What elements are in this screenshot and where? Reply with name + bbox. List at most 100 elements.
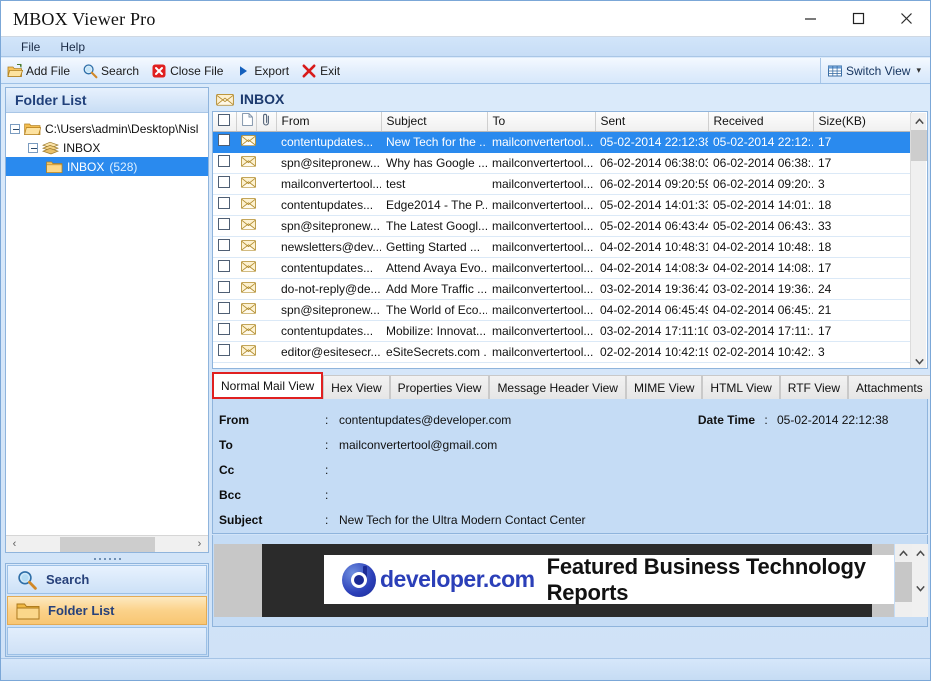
column-header-to[interactable]: To	[487, 112, 595, 131]
column-header-subject[interactable]: Subject	[381, 112, 487, 131]
column-header-size[interactable]: Size(KB)	[813, 112, 911, 131]
row-checkbox[interactable]	[218, 344, 230, 356]
tree-node-mailbox[interactable]: INBOX	[6, 138, 208, 157]
column-header-page[interactable]	[236, 112, 256, 131]
folder-icon	[16, 601, 40, 621]
tab-hex-view[interactable]: Hex View	[323, 375, 389, 399]
tab-mime-view[interactable]: MIME View	[626, 375, 702, 399]
body-outer-vertical-scrollbar[interactable]	[912, 544, 928, 617]
nav-button-search[interactable]: Search	[7, 565, 207, 594]
row-checkbox[interactable]	[218, 218, 230, 230]
developer-banner[interactable]: developer.com Featured Business Technolo…	[324, 555, 894, 604]
nav-button-search-label: Search	[46, 572, 89, 587]
page-icon	[242, 115, 253, 129]
switch-view-button[interactable]: Switch View ▾	[820, 58, 929, 83]
row-checkbox-cell[interactable]	[213, 194, 236, 215]
chevron-down-icon: ▾	[916, 65, 921, 76]
table-row[interactable]: editor@esitesecr...eSiteSecrets.com ...m…	[213, 341, 911, 362]
detail-colon: :	[325, 513, 339, 527]
row-checkbox-cell[interactable]	[213, 299, 236, 320]
column-header-from[interactable]: From	[276, 112, 381, 131]
nav-button-folder-list[interactable]: Folder List	[7, 596, 207, 625]
folder-list-horizontal-scrollbar[interactable]: ‹ ›	[6, 535, 208, 552]
column-header-sent[interactable]: Sent	[595, 112, 708, 131]
row-checkbox[interactable]	[218, 302, 230, 314]
column-header-checkbox[interactable]	[213, 112, 236, 131]
scroll-up-arrow-icon[interactable]	[911, 113, 927, 129]
banner-logo-text: developer.com	[380, 566, 535, 593]
scroll-left-arrow-icon[interactable]: ‹	[6, 536, 23, 553]
tab-message-header-view[interactable]: Message Header View	[489, 375, 626, 399]
scroll-down-arrow-icon[interactable]	[911, 353, 927, 369]
table-row[interactable]: spn@sitepronew...The World of Eco...mail…	[213, 299, 911, 320]
nav-button-folder-list-label: Folder List	[48, 603, 114, 618]
table-row[interactable]: spn@sitepronew...Why has Google ...mailc…	[213, 152, 911, 173]
select-all-checkbox[interactable]	[218, 114, 230, 126]
table-row[interactable]: spn@sitepronew...The Latest Googl...mail…	[213, 215, 911, 236]
menu-item-help[interactable]: Help	[50, 38, 95, 56]
cell-to: mailconvertertool...	[487, 320, 595, 341]
table-row[interactable]: contentupdates...New Tech for the ...mai…	[213, 131, 911, 152]
tree-node-root[interactable]: C:\Users\admin\Desktop\Nisl	[6, 119, 208, 138]
expander-icon[interactable]	[10, 124, 20, 134]
row-checkbox[interactable]	[218, 176, 230, 188]
row-checkbox[interactable]	[218, 323, 230, 335]
tree-node-inbox[interactable]: INBOX (528)	[6, 157, 208, 176]
export-button[interactable]: Export	[229, 59, 295, 83]
table-row[interactable]: mailconvertertool...testmailconvertertoo…	[213, 173, 911, 194]
table-row[interactable]: contentupdates...Attend Avaya Evo...mail…	[213, 257, 911, 278]
tab-html-view[interactable]: HTML View	[702, 375, 779, 399]
row-checkbox[interactable]	[218, 155, 230, 167]
exit-button[interactable]: Exit	[295, 59, 346, 83]
row-checkbox[interactable]	[218, 281, 230, 293]
scroll-thumb[interactable]	[895, 562, 912, 602]
row-checkbox-cell[interactable]	[213, 236, 236, 257]
table-row[interactable]: contentupdates...Edge2014 - The P...mail…	[213, 194, 911, 215]
tree-node-mailbox-label: INBOX	[63, 141, 100, 155]
row-checkbox-cell[interactable]	[213, 131, 236, 152]
minimize-button[interactable]	[786, 1, 834, 36]
maximize-button[interactable]	[834, 1, 882, 36]
row-checkbox-cell[interactable]	[213, 257, 236, 278]
table-row[interactable]: newsletters@dev...Getting Started ...mai…	[213, 236, 911, 257]
scroll-up-arrow-icon[interactable]	[895, 545, 911, 561]
scroll-track[interactable]	[23, 536, 191, 553]
menu-item-file[interactable]: File	[11, 38, 50, 56]
scroll-up-arrow-icon[interactable]	[912, 545, 928, 561]
table-row[interactable]: contentupdates...Mobilize: Innovat...mai…	[213, 320, 911, 341]
banner-tagline: Featured Business Technology Reports	[547, 554, 894, 606]
expander-icon[interactable]	[28, 143, 38, 153]
scroll-thumb[interactable]	[911, 130, 927, 161]
row-checkbox-cell[interactable]	[213, 215, 236, 236]
tab-rtf-view[interactable]: RTF View	[780, 375, 848, 399]
row-checkbox-cell[interactable]	[213, 320, 236, 341]
row-checkbox-cell[interactable]	[213, 173, 236, 194]
panel-splitter[interactable]	[5, 554, 209, 563]
row-checkbox[interactable]	[218, 239, 230, 251]
column-header-attachment[interactable]	[256, 112, 276, 131]
scroll-thumb[interactable]	[60, 537, 155, 552]
table-row[interactable]: do-not-reply@de...Add More Traffic ...ma…	[213, 278, 911, 299]
row-checkbox-cell[interactable]	[213, 278, 236, 299]
search-button[interactable]: Search	[76, 59, 145, 83]
tab-attachments[interactable]: Attachments	[848, 375, 931, 399]
add-file-button[interactable]: Add File	[1, 59, 76, 83]
row-checkbox-cell[interactable]	[213, 152, 236, 173]
scroll-down-arrow-icon[interactable]	[912, 580, 928, 596]
scroll-right-arrow-icon[interactable]: ›	[191, 536, 208, 553]
row-checkbox[interactable]	[218, 197, 230, 209]
row-checkbox-cell[interactable]	[213, 341, 236, 362]
cell-subject: Add More Traffic ...	[381, 278, 487, 299]
tab-properties-view[interactable]: Properties View	[390, 375, 490, 399]
row-checkbox[interactable]	[218, 260, 230, 272]
column-header-received[interactable]: Received	[708, 112, 813, 131]
close-button[interactable]	[882, 1, 930, 36]
row-message-icon-cell	[236, 299, 256, 320]
row-message-icon-cell	[236, 257, 256, 278]
close-file-label: Close File	[170, 64, 223, 78]
close-file-button[interactable]: Close File	[145, 59, 229, 83]
email-list-vertical-scrollbar[interactable]	[910, 113, 926, 369]
body-inner-vertical-scrollbar[interactable]	[895, 544, 912, 617]
tab-normal-mail-view[interactable]: Normal Mail View	[212, 372, 323, 399]
row-checkbox[interactable]	[218, 134, 230, 146]
